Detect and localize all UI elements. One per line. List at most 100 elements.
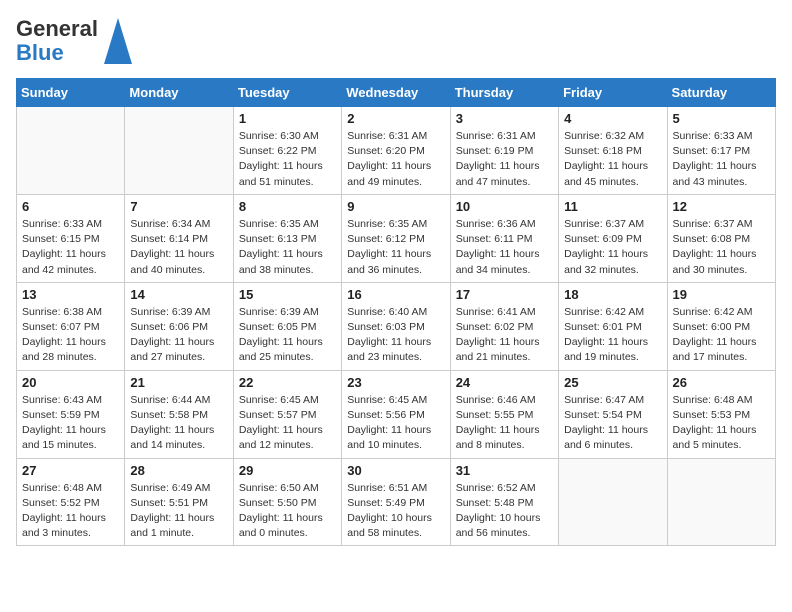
calendar-cell: 5 Sunrise: 6:33 AM Sunset: 6:17 PM Daylig… [667,107,775,195]
calendar-day-header: Monday [125,79,233,107]
calendar-cell: 23 Sunrise: 6:45 AM Sunset: 5:56 PM Dayli… [342,370,450,458]
day-info: Sunrise: 6:36 AM Sunset: 6:11 PM Dayligh… [456,217,553,278]
calendar-cell: 6 Sunrise: 6:33 AM Sunset: 6:15 PM Daylig… [17,194,125,282]
calendar-cell: 15 Sunrise: 6:39 AM Sunset: 6:05 PM Dayli… [233,282,341,370]
calendar-week-row: 1 Sunrise: 6:30 AM Sunset: 6:22 PM Daylig… [17,107,776,195]
calendar-cell: 26Sunrise: 6:48 AM Sunset: 5:53 PM Dayli… [667,370,775,458]
day-info: Sunrise: 6:37 AM Sunset: 6:08 PM Dayligh… [673,217,770,278]
calendar-week-row: 27Sunrise: 6:48 AM Sunset: 5:52 PM Dayli… [17,458,776,546]
calendar-cell [667,458,775,546]
day-number: 31 [456,463,553,478]
day-number: 22 [239,375,336,390]
calendar-cell: 11Sunrise: 6:37 AM Sunset: 6:09 PM Dayli… [559,194,667,282]
calendar-cell: 19 Sunrise: 6:42 AM Sunset: 6:00 PM Dayli… [667,282,775,370]
day-number: 29 [239,463,336,478]
calendar-cell: 21 Sunrise: 6:44 AM Sunset: 5:58 PM Dayli… [125,370,233,458]
calendar-week-row: 20 Sunrise: 6:43 AM Sunset: 5:59 PM Dayli… [17,370,776,458]
calendar-cell: 3Sunrise: 6:31 AM Sunset: 6:19 PM Daylig… [450,107,558,195]
day-info: Sunrise: 6:34 AM Sunset: 6:14 PM Dayligh… [130,217,227,278]
day-number: 16 [347,287,444,302]
calendar-cell: 13 Sunrise: 6:38 AM Sunset: 6:07 PM Dayli… [17,282,125,370]
calendar-cell: 14Sunrise: 6:39 AM Sunset: 6:06 PM Dayli… [125,282,233,370]
day-number: 28 [130,463,227,478]
day-number: 3 [456,111,553,126]
calendar-cell: 24 Sunrise: 6:46 AM Sunset: 5:55 PM Dayli… [450,370,558,458]
day-number: 10 [456,199,553,214]
logo-general: General [16,17,98,41]
calendar-cell: 28Sunrise: 6:49 AM Sunset: 5:51 PM Dayli… [125,458,233,546]
day-info: Sunrise: 6:37 AM Sunset: 6:09 PM Dayligh… [564,217,661,278]
day-number: 20 [22,375,119,390]
day-info: Sunrise: 6:42 AM Sunset: 6:00 PM Dayligh… [673,305,770,366]
calendar-cell: 27Sunrise: 6:48 AM Sunset: 5:52 PM Dayli… [17,458,125,546]
calendar-week-row: 13 Sunrise: 6:38 AM Sunset: 6:07 PM Dayli… [17,282,776,370]
calendar-cell: 7Sunrise: 6:34 AM Sunset: 6:14 PM Daylig… [125,194,233,282]
page-header: General Blue [16,16,776,66]
day-number: 17 [456,287,553,302]
calendar-body: 1 Sunrise: 6:30 AM Sunset: 6:22 PM Daylig… [17,107,776,546]
day-number: 18 [564,287,661,302]
day-info: Sunrise: 6:32 AM Sunset: 6:18 PM Dayligh… [564,129,661,190]
calendar-cell: 2 Sunrise: 6:31 AM Sunset: 6:20 PM Daylig… [342,107,450,195]
day-number: 9 [347,199,444,214]
calendar-cell: 22 Sunrise: 6:45 AM Sunset: 5:57 PM Dayli… [233,370,341,458]
day-number: 24 [456,375,553,390]
day-info: Sunrise: 6:48 AM Sunset: 5:53 PM Dayligh… [673,393,770,454]
day-number: 30 [347,463,444,478]
calendar-cell [17,107,125,195]
day-info: Sunrise: 6:41 AM Sunset: 6:02 PM Dayligh… [456,305,553,366]
calendar-cell: 20 Sunrise: 6:43 AM Sunset: 5:59 PM Dayli… [17,370,125,458]
day-number: 2 [347,111,444,126]
day-info: Sunrise: 6:44 AM Sunset: 5:58 PM Dayligh… [130,393,227,454]
day-number: 6 [22,199,119,214]
day-number: 12 [673,199,770,214]
day-number: 1 [239,111,336,126]
calendar-week-row: 6 Sunrise: 6:33 AM Sunset: 6:15 PM Daylig… [17,194,776,282]
calendar-cell: 17 Sunrise: 6:41 AM Sunset: 6:02 PM Dayli… [450,282,558,370]
calendar-day-header: Wednesday [342,79,450,107]
calendar-table: SundayMondayTuesdayWednesdayThursdayFrid… [16,78,776,546]
calendar-day-header: Friday [559,79,667,107]
day-info: Sunrise: 6:51 AM Sunset: 5:49 PM Dayligh… [347,481,444,542]
calendar-cell: 29 Sunrise: 6:50 AM Sunset: 5:50 PM Dayli… [233,458,341,546]
day-number: 23 [347,375,444,390]
day-info: Sunrise: 6:47 AM Sunset: 5:54 PM Dayligh… [564,393,661,454]
day-info: Sunrise: 6:46 AM Sunset: 5:55 PM Dayligh… [456,393,553,454]
day-number: 13 [22,287,119,302]
calendar-cell: 8 Sunrise: 6:35 AM Sunset: 6:13 PM Daylig… [233,194,341,282]
day-info: Sunrise: 6:31 AM Sunset: 6:20 PM Dayligh… [347,129,444,190]
day-number: 14 [130,287,227,302]
day-info: Sunrise: 6:45 AM Sunset: 5:57 PM Dayligh… [239,393,336,454]
day-number: 8 [239,199,336,214]
calendar-cell: 18 Sunrise: 6:42 AM Sunset: 6:01 PM Dayli… [559,282,667,370]
day-info: Sunrise: 6:42 AM Sunset: 6:01 PM Dayligh… [564,305,661,366]
calendar-cell [559,458,667,546]
day-info: Sunrise: 6:43 AM Sunset: 5:59 PM Dayligh… [22,393,119,454]
calendar-cell: 4Sunrise: 6:32 AM Sunset: 6:18 PM Daylig… [559,107,667,195]
day-info: Sunrise: 6:50 AM Sunset: 5:50 PM Dayligh… [239,481,336,542]
day-number: 5 [673,111,770,126]
calendar-cell: 12 Sunrise: 6:37 AM Sunset: 6:08 PM Dayli… [667,194,775,282]
day-number: 15 [239,287,336,302]
day-info: Sunrise: 6:39 AM Sunset: 6:05 PM Dayligh… [239,305,336,366]
logo: General Blue [16,16,132,66]
calendar-header-row: SundayMondayTuesdayWednesdayThursdayFrid… [17,79,776,107]
day-number: 21 [130,375,227,390]
calendar-day-header: Sunday [17,79,125,107]
day-info: Sunrise: 6:35 AM Sunset: 6:12 PM Dayligh… [347,217,444,278]
day-number: 19 [673,287,770,302]
calendar-cell: 1 Sunrise: 6:30 AM Sunset: 6:22 PM Daylig… [233,107,341,195]
day-number: 25 [564,375,661,390]
logo-blue: Blue [16,41,64,65]
calendar-cell: 10 Sunrise: 6:36 AM Sunset: 6:11 PM Dayli… [450,194,558,282]
calendar-day-header: Saturday [667,79,775,107]
calendar-cell: 9 Sunrise: 6:35 AM Sunset: 6:12 PM Daylig… [342,194,450,282]
day-info: Sunrise: 6:33 AM Sunset: 6:15 PM Dayligh… [22,217,119,278]
day-info: Sunrise: 6:30 AM Sunset: 6:22 PM Dayligh… [239,129,336,190]
day-info: Sunrise: 6:38 AM Sunset: 6:07 PM Dayligh… [22,305,119,366]
calendar-day-header: Tuesday [233,79,341,107]
calendar-cell: 31Sunrise: 6:52 AM Sunset: 5:48 PM Dayli… [450,458,558,546]
day-info: Sunrise: 6:35 AM Sunset: 6:13 PM Dayligh… [239,217,336,278]
day-info: Sunrise: 6:45 AM Sunset: 5:56 PM Dayligh… [347,393,444,454]
day-info: Sunrise: 6:33 AM Sunset: 6:17 PM Dayligh… [673,129,770,190]
